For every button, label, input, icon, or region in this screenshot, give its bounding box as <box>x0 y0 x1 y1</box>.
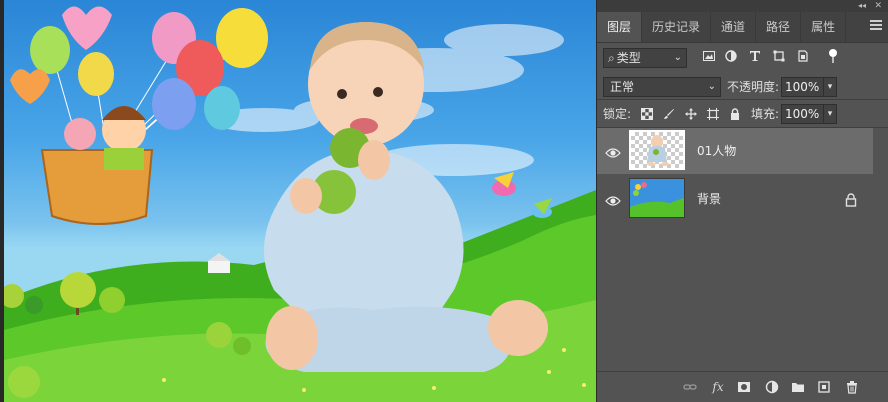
layer-name[interactable]: 01人物 <box>697 128 736 174</box>
balloons <box>10 6 268 225</box>
blend-row: 正常 ⌄ 不透明度: 100% ▾ <box>597 73 888 99</box>
add-mask-icon[interactable] <box>737 380 751 394</box>
document-canvas[interactable] <box>4 0 596 402</box>
layer-thumbnail <box>629 178 685 218</box>
layer-thumbnail <box>629 130 685 170</box>
tab-paths[interactable]: 路径 <box>756 12 802 42</box>
lock-all-icon[interactable] <box>729 108 741 120</box>
close-panel-icon[interactable]: ✕ <box>874 0 882 12</box>
layer-row-background[interactable]: 背景 <box>597 176 873 222</box>
white-house <box>208 253 230 273</box>
link-layers-icon[interactable] <box>683 380 697 394</box>
opacity-dropdown-icon[interactable]: ▾ <box>823 77 837 97</box>
fill-dropdown-icon[interactable]: ▾ <box>823 104 837 124</box>
lock-label: 锁定: <box>603 107 632 121</box>
visibility-eye-icon[interactable] <box>605 144 621 158</box>
filter-kind-label: 类型 <box>616 51 641 65</box>
new-adjustment-layer-icon[interactable] <box>765 380 779 394</box>
new-layer-icon[interactable] <box>817 380 831 394</box>
visibility-eye-icon[interactable] <box>605 192 621 206</box>
fill-label: 填充: <box>751 107 780 121</box>
delete-layer-trash-icon[interactable] <box>845 380 859 394</box>
lock-transparent-pixels-icon[interactable] <box>641 108 653 120</box>
blend-mode-value: 正常 <box>610 80 635 94</box>
new-group-folder-icon[interactable] <box>791 380 805 394</box>
shape-filter-icon[interactable] <box>773 50 785 62</box>
pixel-filter-icon[interactable] <box>703 50 715 62</box>
chevron-down-icon: ⌄ <box>707 81 716 92</box>
lock-row: 锁定: 填充: 100% ▾ <box>597 100 888 127</box>
birds <box>492 172 552 218</box>
layers-bottom-toolbar: fx <box>597 371 888 402</box>
lock-position-icon[interactable] <box>685 108 697 120</box>
canvas-artwork <box>4 6 596 402</box>
panel-tab-bar: 图层 历史记录 通道 路径 属性 <box>597 12 888 43</box>
layer-filter-row: ⌕ 类型 ⌄ <box>597 43 888 73</box>
fx-effects-icon[interactable]: fx <box>711 380 725 394</box>
lock-icon[interactable] <box>845 192 857 207</box>
opacity-label: 不透明度: <box>727 80 780 94</box>
panel-top-strip: ◂◂ ✕ <box>597 0 888 12</box>
tab-history[interactable]: 历史记录 <box>642 12 712 42</box>
type-filter-icon[interactable] <box>749 50 761 62</box>
search-icon: ⌕ <box>608 51 615 65</box>
filter-toggle-icon[interactable] <box>829 49 837 63</box>
tab-properties[interactable]: 属性 <box>801 12 847 42</box>
layer-name[interactable]: 背景 <box>697 176 721 222</box>
tab-layers[interactable]: 图层 <box>597 12 643 42</box>
lock-image-pixels-icon[interactable] <box>663 108 675 120</box>
layers-panel: ◂◂ ✕ 图层 历史记录 通道 路径 属性 ⌕ 类型 ⌄ 正常 ⌄ 不透明度: … <box>596 0 888 402</box>
chevron-down-icon: ⌄ <box>673 52 682 63</box>
filter-kind-select[interactable]: ⌕ 类型 ⌄ <box>603 48 687 68</box>
layers-list: 01人物 背景 <box>597 128 888 373</box>
lock-artboard-icon[interactable] <box>707 108 719 120</box>
smart-object-filter-icon[interactable] <box>797 50 809 62</box>
adjustment-filter-icon[interactable] <box>725 50 737 62</box>
blend-mode-select[interactable]: 正常 ⌄ <box>603 77 721 97</box>
panel-menu-icon[interactable] <box>870 20 882 32</box>
tab-channels[interactable]: 通道 <box>711 12 757 42</box>
collapse-panel-icon[interactable]: ◂◂ <box>858 0 866 12</box>
layer-row-person[interactable]: 01人物 <box>597 128 873 174</box>
